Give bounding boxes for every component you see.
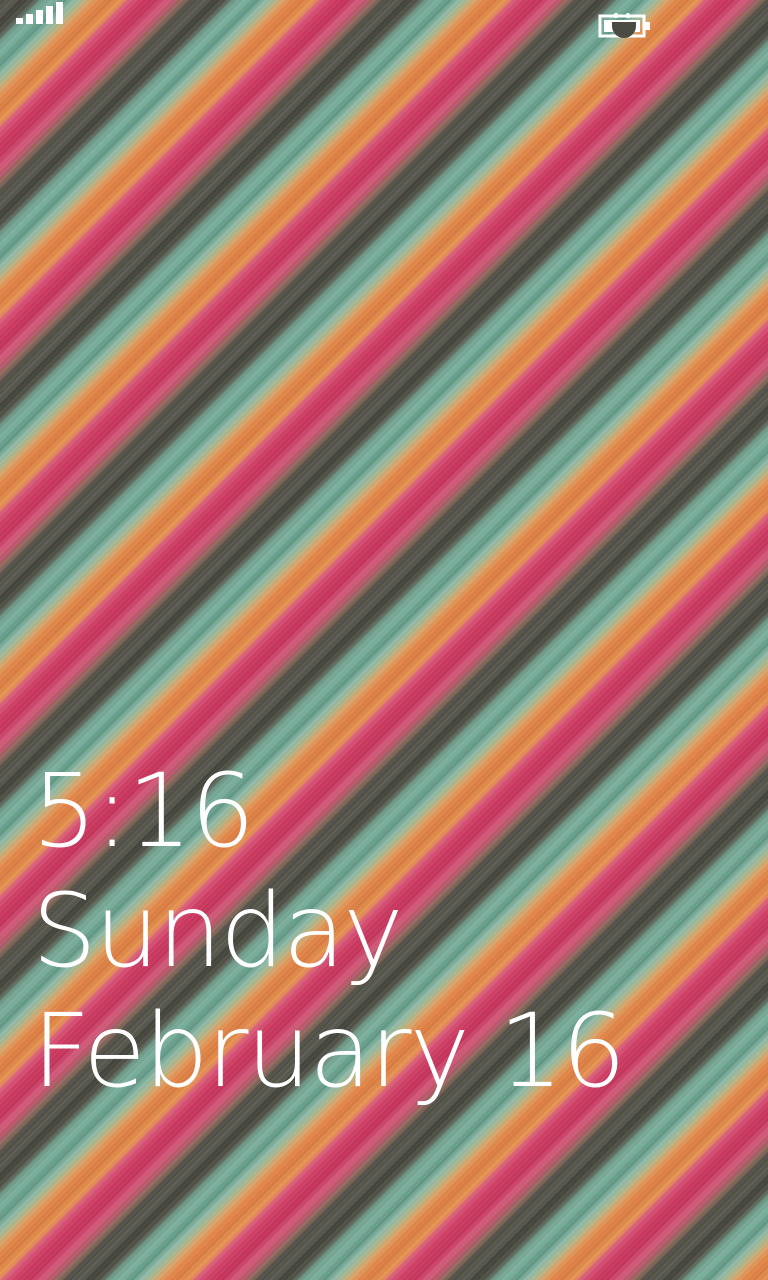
lock-screen-time: 5:16	[32, 752, 255, 871]
battery-charging-icon	[598, 13, 650, 38]
lock-screen-date: February 16	[32, 992, 626, 1111]
lock-screen-day: Sunday	[32, 872, 404, 991]
signal-strength-icon	[16, 2, 63, 24]
status-bar	[0, 0, 768, 38]
